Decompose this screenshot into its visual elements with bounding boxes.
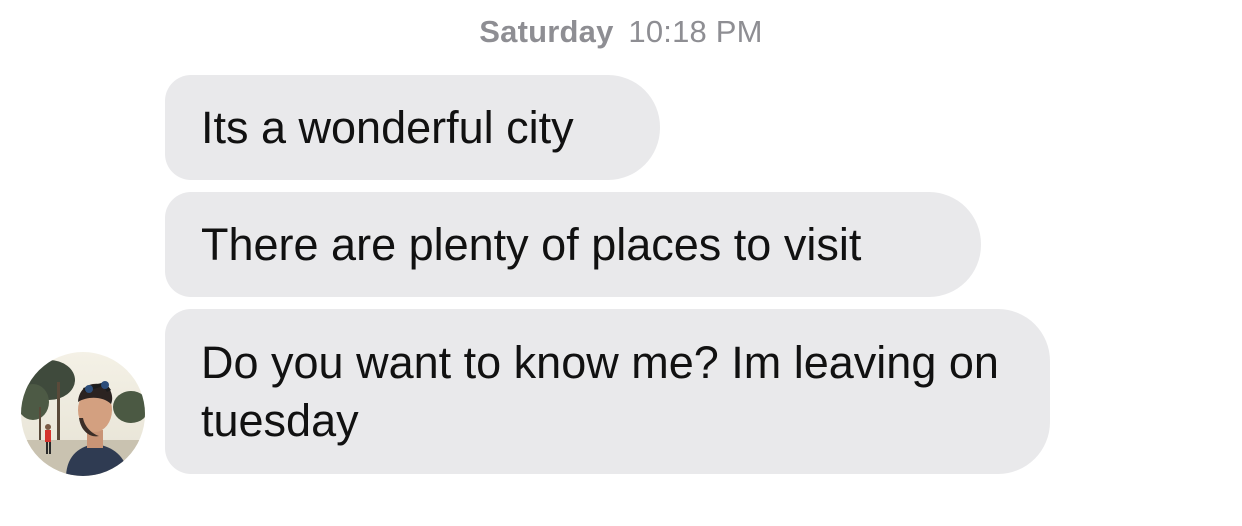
message-bubble-3[interactable]: Do you want to know me? Im leaving on tu… — [165, 309, 1050, 474]
conversation-timestamp: Saturday 10:18 PM — [0, 14, 1242, 50]
message-text: Do you want to know me? Im leaving on tu… — [201, 336, 999, 446]
timestamp-day: Saturday — [479, 14, 614, 49]
timestamp-time: 10:18 PM — [628, 14, 763, 49]
message-bubble-1[interactable]: Its a wonderful city — [165, 75, 660, 180]
avatar-icon — [21, 352, 145, 476]
message-text: There are plenty of places to visit — [201, 218, 862, 270]
sender-avatar[interactable] — [21, 352, 145, 476]
message-bubble-2[interactable]: There are plenty of places to visit — [165, 192, 981, 297]
message-text: Its a wonderful city — [201, 101, 574, 153]
